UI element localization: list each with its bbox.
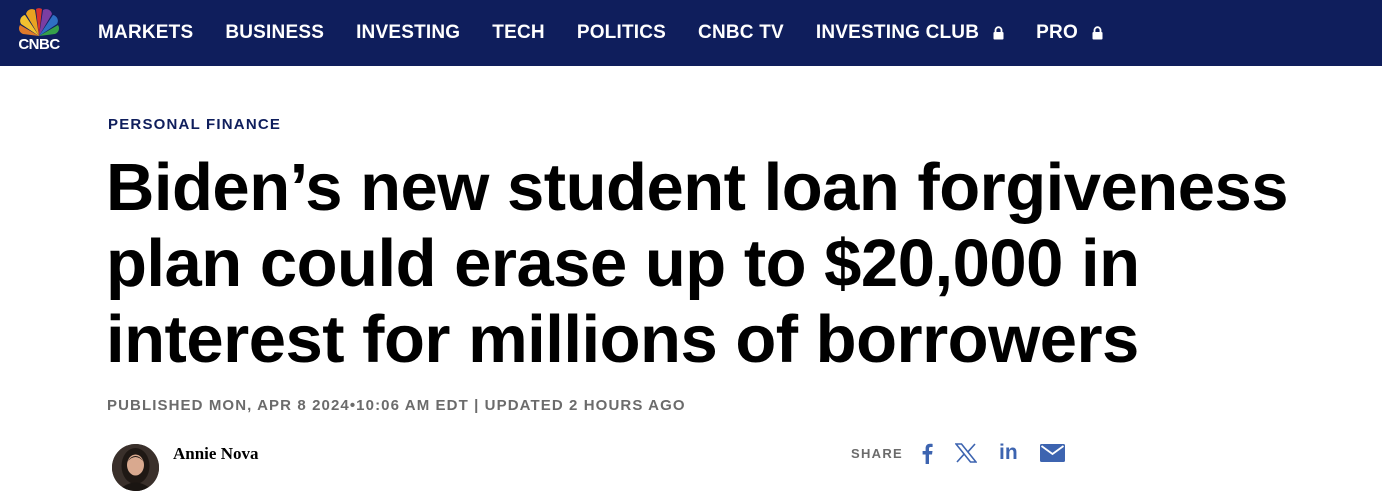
peacock-icon <box>18 8 60 37</box>
author-avatar[interactable] <box>112 444 159 491</box>
article-headline: Biden’s new student loan forgiveness pla… <box>106 150 1289 377</box>
nav-item-pro[interactable]: PRO <box>1036 22 1103 44</box>
share-x-button[interactable] <box>955 438 978 468</box>
share-email-button[interactable] <box>1039 438 1065 468</box>
x-icon <box>955 443 978 463</box>
share-facebook-button[interactable] <box>921 438 933 468</box>
nav-item-cnbc-tv[interactable]: CNBC TV <box>698 22 784 44</box>
nav-item-investing[interactable]: INVESTING <box>356 22 460 44</box>
nav-item-politics[interactable]: POLITICS <box>577 22 666 44</box>
cnbc-logo[interactable]: CNBC <box>10 6 68 54</box>
share-bar: SHARE in <box>851 438 1087 468</box>
share-linkedin-button[interactable]: in <box>999 438 1018 468</box>
nav-item-label: INVESTING <box>356 22 461 43</box>
nav-item-label: CNBC TV <box>698 22 784 43</box>
main-nav: MARKETS BUSINESS INVESTING TECH POLITICS… <box>98 0 1135 66</box>
section-kicker-link[interactable]: PERSONAL FINANCE <box>108 116 281 133</box>
author-name-link[interactable]: Annie Nova <box>173 444 258 464</box>
nav-item-markets[interactable]: MARKETS <box>98 22 193 44</box>
logo-text: CNBC <box>18 36 60 53</box>
nav-item-label: MARKETS <box>98 22 194 43</box>
author-photo <box>112 444 159 491</box>
top-navigation-bar: CNBC MARKETS BUSINESS INVESTING TECH POL… <box>0 0 1382 66</box>
linkedin-icon: in <box>999 441 1018 464</box>
lock-icon <box>993 26 1004 40</box>
nav-item-business[interactable]: BUSINESS <box>225 22 324 44</box>
lock-icon <box>1092 26 1103 40</box>
share-label: SHARE <box>851 445 904 461</box>
nav-item-investing-club[interactable]: INVESTING CLUB <box>816 22 1004 44</box>
publish-timestamp: PUBLISHED MON, APR 8 2024•10:06 AM EDT |… <box>107 397 686 414</box>
email-icon <box>1039 444 1065 462</box>
nav-item-label: INVESTING CLUB <box>815 22 980 43</box>
nav-item-tech[interactable]: TECH <box>492 22 545 44</box>
nav-item-label: TECH <box>492 22 545 43</box>
author-byline: Annie Nova <box>112 444 258 494</box>
nav-item-label: BUSINESS <box>225 22 325 43</box>
nav-item-label: POLITICS <box>576 22 667 43</box>
nav-item-label: PRO <box>1036 22 1078 43</box>
facebook-icon <box>922 443 933 464</box>
